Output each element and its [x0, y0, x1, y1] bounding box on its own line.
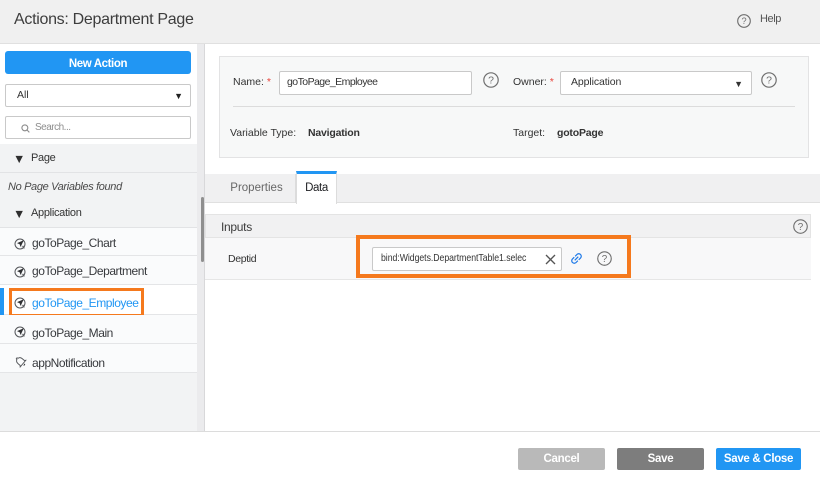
svg-text:?: ? [488, 75, 494, 87]
svg-text:?: ? [798, 222, 804, 233]
svg-text:?: ? [766, 75, 772, 87]
svg-text:?: ? [741, 16, 746, 26]
